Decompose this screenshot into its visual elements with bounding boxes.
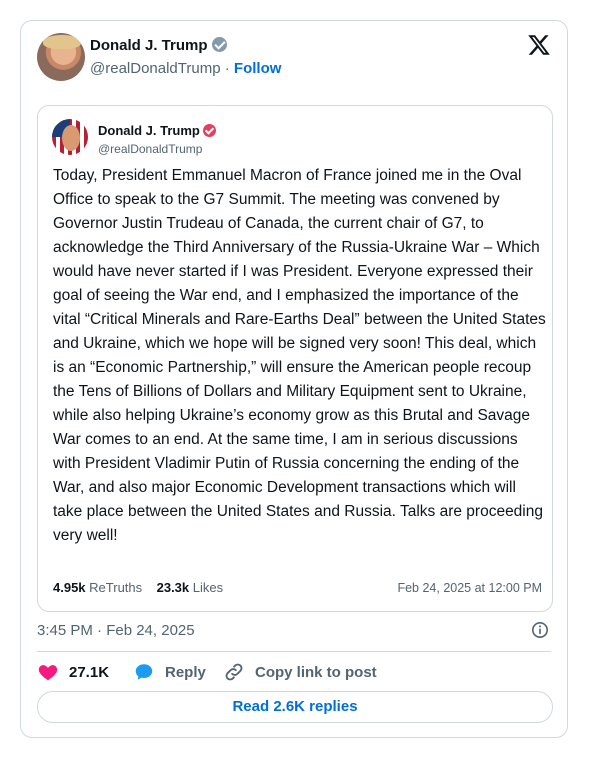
- quoted-author-name: Donald J. Trump: [98, 123, 216, 138]
- info-icon[interactable]: [531, 621, 549, 639]
- quoted-author-name-text: Donald J. Trump: [98, 123, 200, 138]
- embedded-post-card: Donald J. Trump @realDonaldTrump · Follo…: [20, 20, 568, 738]
- speech-bubble-icon: [135, 664, 153, 680]
- retruths-label: ReTruths: [89, 580, 143, 595]
- likes-label: Likes: [192, 580, 224, 595]
- heart-icon: [38, 665, 58, 681]
- handle-separator: ·: [220, 60, 234, 77]
- reply-button[interactable]: Reply: [133, 661, 206, 683]
- retruths-count: 4.95k: [53, 580, 86, 595]
- like-count: 27.1K: [69, 663, 110, 681]
- divider: [37, 651, 551, 652]
- quoted-author-handle: @realDonaldTrump: [98, 142, 203, 156]
- quoted-author-avatar: [52, 119, 88, 155]
- author-name[interactable]: Donald J. Trump: [90, 37, 227, 54]
- author-avatar[interactable]: [37, 33, 85, 81]
- quoted-post-stats: 4.95k ReTruths 23.3k Likes: [53, 580, 223, 595]
- author-handle-line: @realDonaldTrump · Follow: [90, 60, 281, 77]
- read-replies-button[interactable]: Read 2.6K replies: [37, 691, 553, 723]
- x-logo-icon[interactable]: [527, 33, 551, 57]
- link-icon: [225, 663, 243, 681]
- follow-button[interactable]: Follow: [234, 60, 282, 77]
- author-name-text[interactable]: Donald J. Trump: [90, 37, 208, 54]
- copy-link-label: Copy link to post: [255, 663, 377, 681]
- quoted-verified-badge-icon: [202, 124, 216, 137]
- verified-badge-icon: [211, 37, 227, 52]
- like-button[interactable]: 27.1K: [37, 661, 109, 683]
- copy-link-button[interactable]: Copy link to post: [223, 661, 377, 683]
- author-handle[interactable]: @realDonaldTrump: [90, 60, 221, 77]
- post-timestamp[interactable]: 3:45 PM · Feb 24, 2025: [37, 622, 195, 639]
- likes-count: 23.3k: [156, 580, 190, 595]
- reply-label: Reply: [165, 663, 206, 681]
- quoted-post-date: Feb 24, 2025 at 12:00 PM: [397, 581, 542, 595]
- quoted-post-body: Today, President Emmanuel Macron of Fran…: [53, 167, 546, 544]
- quoted-post[interactable]: Donald J. Trump @realDonaldTrump Today, …: [37, 105, 553, 612]
